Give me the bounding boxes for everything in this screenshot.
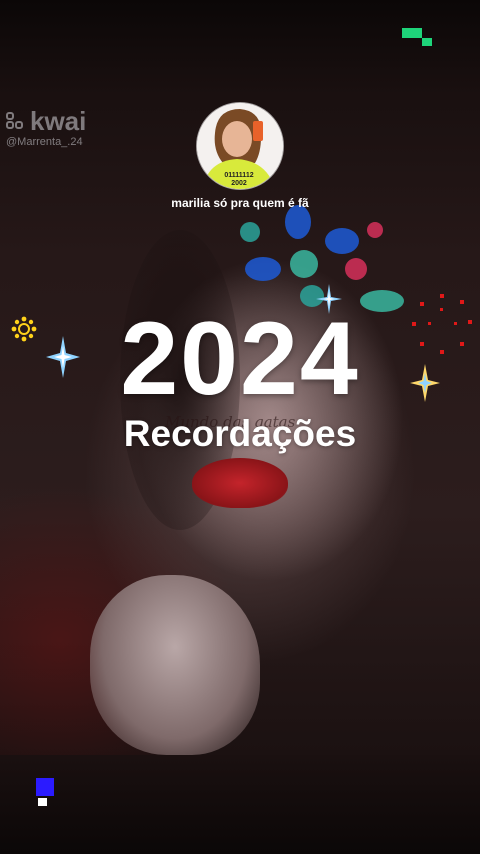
forehead-jewel bbox=[285, 205, 311, 239]
forehead-jewel bbox=[367, 222, 383, 238]
video-bottom-band bbox=[0, 755, 480, 854]
hand bbox=[90, 575, 260, 755]
forehead-jewel bbox=[325, 228, 359, 254]
kwai-watermark: kwai @Marrenta_.24 bbox=[6, 108, 86, 148]
video-top-band bbox=[0, 0, 480, 96]
svg-text:01111112: 01111112 bbox=[224, 172, 253, 179]
year-title: 2024 bbox=[120, 301, 360, 417]
kwai-logo-icon bbox=[6, 112, 26, 130]
forehead-jewel bbox=[345, 258, 367, 280]
blue-square-icon bbox=[36, 778, 54, 806]
forehead-jewel bbox=[290, 250, 318, 278]
green-squares-icon bbox=[402, 28, 432, 46]
lips bbox=[192, 458, 288, 508]
forehead-jewel bbox=[245, 257, 281, 281]
forehead-jewel bbox=[240, 222, 260, 242]
kwai-brand-text: kwai bbox=[30, 106, 87, 136]
svg-text:2002: 2002 bbox=[231, 180, 247, 187]
watermark-username: @Marrenta_.24 bbox=[6, 136, 83, 148]
profile-avatar[interactable]: 01111112 2002 bbox=[197, 103, 283, 189]
subtitle: Recordações bbox=[123, 413, 357, 454]
avatar-image: 01111112 2002 bbox=[197, 103, 283, 189]
profile-caption: marilia só pra quem é fã bbox=[171, 196, 309, 210]
